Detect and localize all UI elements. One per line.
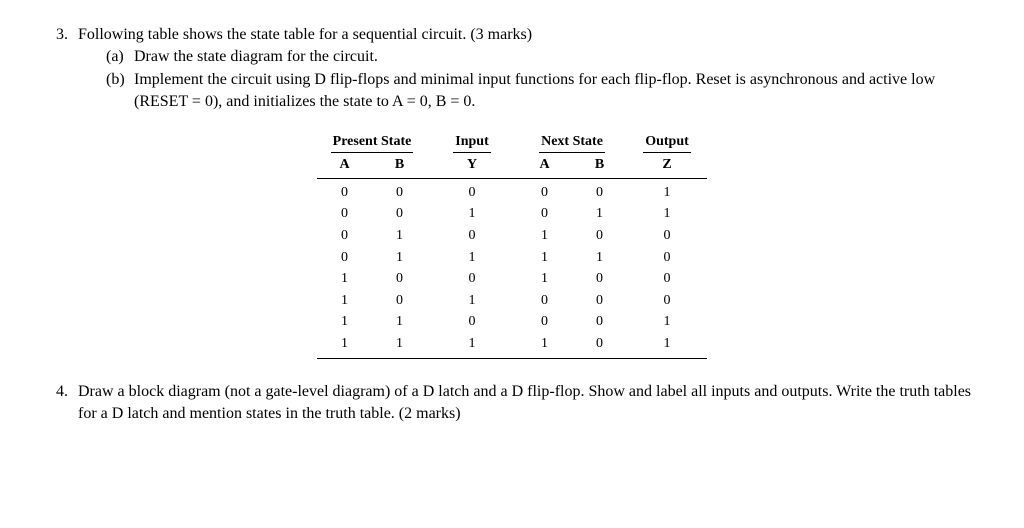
cell-output-z: 0 bbox=[627, 225, 707, 247]
cell-input-y: 1 bbox=[427, 290, 517, 312]
subheader-present-b: B bbox=[372, 155, 427, 175]
question-3-part-a: (a) Draw the state diagram for the circu… bbox=[78, 46, 976, 68]
question-3-part-b-label: (b) bbox=[106, 69, 134, 91]
cell-input-y: 0 bbox=[427, 182, 517, 204]
cell-next-a: 0 bbox=[517, 311, 572, 333]
table-row: 101000 bbox=[317, 290, 707, 312]
cell-next-a: 0 bbox=[517, 203, 572, 225]
cell-input-y: 1 bbox=[427, 333, 517, 355]
subheader-next-b: B bbox=[572, 155, 627, 175]
question-3-part-b: (b) Implement the circuit using D flip-f… bbox=[78, 69, 976, 114]
cell-next-b: 0 bbox=[572, 311, 627, 333]
table-header-row: Present State Input Next State Output bbox=[317, 132, 707, 156]
cell-input-y: 0 bbox=[427, 268, 517, 290]
cell-present-b: 1 bbox=[372, 311, 427, 333]
subheader-next-a: A bbox=[517, 155, 572, 175]
header-input: Input bbox=[427, 132, 517, 156]
cell-input-y: 0 bbox=[427, 225, 517, 247]
cell-present-a: 1 bbox=[317, 311, 372, 333]
cell-present-b: 1 bbox=[372, 333, 427, 355]
question-3: 3. Following table shows the state table… bbox=[48, 24, 976, 359]
subheader-present-a: A bbox=[317, 155, 372, 175]
table-bottom-rule bbox=[317, 358, 707, 359]
state-table: Present State Input Next State Output A … bbox=[317, 132, 707, 359]
header-next-state: Next State bbox=[517, 132, 627, 156]
cell-present-b: 0 bbox=[372, 268, 427, 290]
cell-output-z: 1 bbox=[627, 203, 707, 225]
question-3-part-b-text: Implement the circuit using D flip-flops… bbox=[134, 69, 976, 114]
cell-next-b: 0 bbox=[572, 225, 627, 247]
cell-present-a: 1 bbox=[317, 290, 372, 312]
table-subheader-row: A B Y A B Z bbox=[317, 155, 707, 179]
cell-input-y: 0 bbox=[427, 311, 517, 333]
cell-next-b: 1 bbox=[572, 203, 627, 225]
question-3-intro-line: 3. Following table shows the state table… bbox=[48, 24, 976, 46]
state-table-container: Present State Input Next State Output A … bbox=[48, 132, 976, 359]
cell-next-a: 1 bbox=[517, 333, 572, 355]
cell-next-b: 1 bbox=[572, 247, 627, 269]
cell-present-b: 0 bbox=[372, 182, 427, 204]
cell-output-z: 0 bbox=[627, 268, 707, 290]
table-row: 011110 bbox=[317, 247, 707, 269]
cell-present-b: 1 bbox=[372, 225, 427, 247]
question-3-part-a-label: (a) bbox=[106, 46, 134, 68]
question-4-text: Draw a block diagram (not a gate-level d… bbox=[78, 381, 976, 426]
cell-input-y: 1 bbox=[427, 203, 517, 225]
cell-output-z: 1 bbox=[627, 311, 707, 333]
table-row: 000001 bbox=[317, 182, 707, 204]
header-output: Output bbox=[627, 132, 707, 156]
cell-output-z: 1 bbox=[627, 333, 707, 355]
cell-next-a: 1 bbox=[517, 268, 572, 290]
table-row: 001011 bbox=[317, 203, 707, 225]
cell-input-y: 1 bbox=[427, 247, 517, 269]
question-4-line: 4. Draw a block diagram (not a gate-leve… bbox=[48, 381, 976, 426]
question-4-number: 4. bbox=[48, 381, 78, 403]
cell-present-b: 1 bbox=[372, 247, 427, 269]
cell-present-a: 0 bbox=[317, 203, 372, 225]
cell-output-z: 0 bbox=[627, 290, 707, 312]
cell-output-z: 0 bbox=[627, 247, 707, 269]
table-row: 100100 bbox=[317, 268, 707, 290]
cell-present-a: 0 bbox=[317, 182, 372, 204]
cell-present-a: 0 bbox=[317, 247, 372, 269]
cell-present-a: 0 bbox=[317, 225, 372, 247]
cell-output-z: 1 bbox=[627, 182, 707, 204]
question-3-intro-text: Following table shows the state table fo… bbox=[78, 24, 976, 46]
question-3-number: 3. bbox=[48, 24, 78, 46]
table-row: 111101 bbox=[317, 333, 707, 355]
cell-next-b: 0 bbox=[572, 290, 627, 312]
subheader-input-y: Y bbox=[427, 155, 517, 175]
cell-next-b: 0 bbox=[572, 268, 627, 290]
table-body: 0000010010110101000111101001001010001100… bbox=[317, 182, 707, 355]
cell-next-a: 1 bbox=[517, 247, 572, 269]
cell-next-a: 0 bbox=[517, 290, 572, 312]
question-4: 4. Draw a block diagram (not a gate-leve… bbox=[48, 381, 976, 426]
cell-next-b: 0 bbox=[572, 182, 627, 204]
cell-next-a: 1 bbox=[517, 225, 572, 247]
question-3-part-a-text: Draw the state diagram for the circuit. bbox=[134, 46, 976, 68]
cell-present-b: 0 bbox=[372, 203, 427, 225]
cell-next-b: 0 bbox=[572, 333, 627, 355]
cell-present-b: 0 bbox=[372, 290, 427, 312]
cell-present-a: 1 bbox=[317, 268, 372, 290]
table-row: 110001 bbox=[317, 311, 707, 333]
header-present-state: Present State bbox=[317, 132, 427, 156]
table-row: 010100 bbox=[317, 225, 707, 247]
cell-present-a: 1 bbox=[317, 333, 372, 355]
cell-next-a: 0 bbox=[517, 182, 572, 204]
subheader-output-z: Z bbox=[627, 155, 707, 175]
